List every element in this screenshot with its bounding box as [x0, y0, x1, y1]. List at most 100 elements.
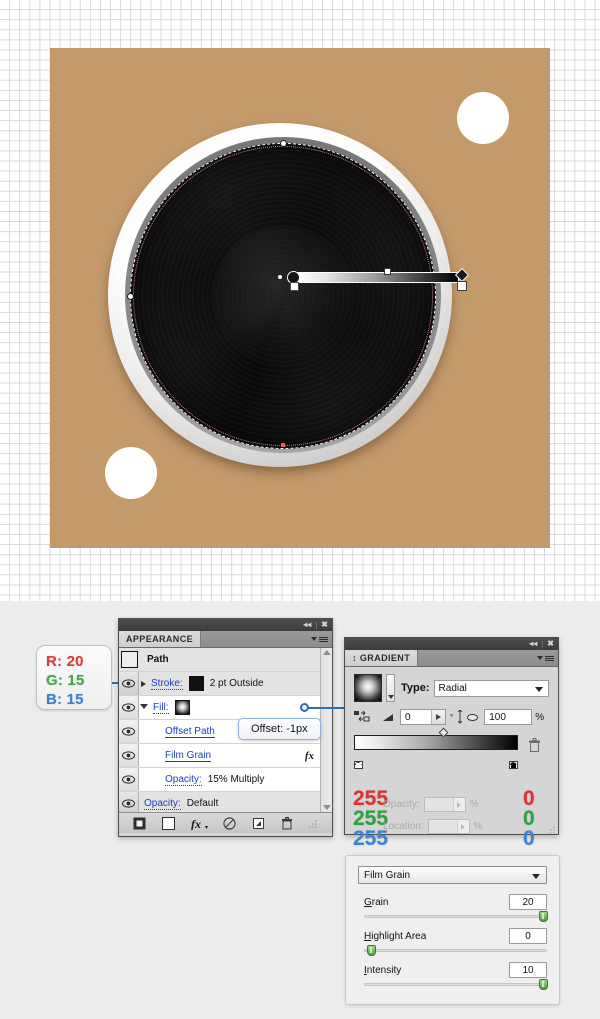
- white-dot-top-right[interactable]: [457, 92, 509, 144]
- resize-grip-icon[interactable]: [309, 819, 318, 828]
- path-anchor-red-bottom[interactable]: [281, 443, 285, 447]
- appearance-panel-titlebar[interactable]: ◂◂ | ✖: [119, 619, 332, 631]
- appearance-value-opacity-fill[interactable]: 15% Multiply: [208, 774, 265, 785]
- tab-appearance[interactable]: APPEARANCE: [119, 631, 202, 647]
- panel-menu-button[interactable]: [537, 650, 558, 666]
- add-new-effect-icon[interactable]: fx: [191, 817, 208, 830]
- reverse-gradient-icon[interactable]: [354, 710, 370, 724]
- appearance-row-stroke[interactable]: Stroke: 2 pt Outside: [119, 672, 332, 696]
- close-icon[interactable]: ✖: [547, 640, 554, 648]
- clear-appearance-icon[interactable]: [223, 816, 237, 830]
- slider-value-grain[interactable]: 20: [509, 894, 547, 910]
- appearance-label-stroke[interactable]: Stroke:: [151, 678, 183, 690]
- slider-group-highlight-area[interactable]: Highlight Area 0: [358, 928, 547, 956]
- gradient-panel-body[interactable]: Type: Radial 0 ° 100 % 255 255 255 0 0 0…: [345, 667, 558, 850]
- gradient-location-field[interactable]: [427, 819, 470, 834]
- gradient-preset-dropdown-button[interactable]: [386, 674, 395, 702]
- gradient-opacity-row[interactable]: Opacity: %: [383, 797, 479, 812]
- visibility-toggle-fill[interactable]: [119, 696, 139, 719]
- appearance-label-opacity-fill[interactable]: Opacity:: [165, 774, 202, 786]
- slider-knob-intensity[interactable]: [538, 979, 548, 990]
- speaker-graphic[interactable]: [105, 123, 470, 473]
- canvas-grid-area[interactable]: [0, 0, 600, 601]
- gradient-panel-titlebar[interactable]: ◂◂ | ✖: [345, 638, 558, 650]
- gradient-angle-field[interactable]: 0: [400, 709, 446, 725]
- gradient-stop-right[interactable]: [509, 750, 518, 769]
- visibility-toggle-opacity-fill[interactable]: [119, 768, 139, 791]
- duplicate-item-icon[interactable]: [252, 817, 265, 830]
- slider-value-highlight-area[interactable]: 0: [509, 928, 547, 944]
- fill-gradient-swatch[interactable]: [174, 700, 190, 715]
- tab-gradient[interactable]: ↕ GRADIENT: [345, 650, 419, 666]
- slider-value-intensity[interactable]: 10: [509, 962, 547, 978]
- add-new-stroke-icon[interactable]: [133, 817, 146, 830]
- gradient-end-stop[interactable]: [457, 281, 467, 291]
- gradient-origin-dot: [278, 275, 282, 279]
- appearance-panel-footer[interactable]: fx: [119, 813, 332, 833]
- collapse-icon[interactable]: ◂◂: [303, 621, 311, 629]
- gradient-type-select[interactable]: Radial: [433, 679, 549, 697]
- film-grain-effect-panel[interactable]: Film Grain Grain 20 Highlight Area 0 Int…: [345, 855, 560, 1005]
- gradient-panel-tabbar[interactable]: ↕ GRADIENT: [345, 650, 558, 667]
- slider-group-grain[interactable]: Grain 20: [358, 894, 548, 922]
- gradient-stop-left[interactable]: [354, 750, 363, 769]
- slider-track-grain[interactable]: [364, 911, 548, 922]
- delete-item-icon[interactable]: [281, 816, 293, 830]
- gradient-annotator[interactable]: [278, 263, 470, 291]
- appearance-label-film-grain[interactable]: Film Grain: [165, 750, 212, 762]
- appearance-panel-scrollbar[interactable]: [320, 648, 332, 812]
- gradient-panel[interactable]: ◂◂ | ✖ ↕ GRADIENT Type: Radial 0 ° 100 %…: [344, 637, 559, 850]
- gradient-opacity-field[interactable]: [423, 797, 466, 812]
- gradient-ramp-bar[interactable]: [354, 735, 518, 750]
- effect-name-select[interactable]: Film Grain: [358, 866, 547, 884]
- slider-track-intensity[interactable]: [364, 979, 548, 990]
- stroke-color-swatch[interactable]: [188, 676, 204, 691]
- resize-grip-icon[interactable]: [547, 825, 556, 834]
- appearance-value-opacity-object[interactable]: Default: [187, 798, 219, 809]
- visibility-toggle-film-grain[interactable]: [119, 744, 139, 767]
- fx-icon[interactable]: fx: [305, 750, 314, 762]
- path-anchor-left[interactable]: [127, 293, 134, 300]
- scroll-down-icon[interactable]: [322, 805, 331, 810]
- appearance-panel-tabbar[interactable]: APPEARANCE: [119, 631, 332, 648]
- chevron-down-icon: [535, 686, 543, 692]
- visibility-toggle-offset-path[interactable]: [119, 720, 139, 743]
- panel-menu-button[interactable]: [311, 631, 332, 647]
- gradient-preview-swatch[interactable]: [354, 674, 382, 702]
- disclosure-triangle-fill[interactable]: [140, 703, 148, 712]
- appearance-label-fill[interactable]: Fill:: [153, 702, 169, 714]
- angle-stepper-button[interactable]: [431, 710, 445, 724]
- slider-knob-grain[interactable]: [538, 911, 548, 922]
- appearance-label-opacity-object[interactable]: Opacity:: [144, 798, 181, 810]
- gradient-start-stop[interactable]: [290, 282, 299, 291]
- slider-track-highlight-area[interactable]: [364, 945, 547, 956]
- slider-group-intensity[interactable]: Intensity 10: [358, 962, 548, 990]
- gradient-location-row[interactable]: Location: %: [383, 819, 483, 834]
- gradient-angle-row[interactable]: 0 ° 100 %: [354, 709, 549, 725]
- gradient-aspect-field[interactable]: 100: [484, 709, 533, 725]
- visibility-toggle-opacity-object[interactable]: [119, 792, 139, 812]
- artboard[interactable]: [50, 48, 550, 548]
- delete-stop-icon[interactable]: [528, 738, 541, 756]
- speaker-outer-rim[interactable]: [108, 123, 470, 467]
- appearance-row-path[interactable]: Path: [119, 648, 332, 672]
- appearance-row-opacity-object[interactable]: Opacity: Default: [119, 792, 332, 812]
- stroke-weight-value[interactable]: 2 pt Outside: [210, 678, 264, 689]
- slider-knob-highlight-area[interactable]: [366, 945, 376, 956]
- appearance-label-offset-path[interactable]: Offset Path: [165, 726, 215, 738]
- scroll-up-icon[interactable]: [322, 650, 331, 655]
- path-anchor-top[interactable]: [280, 140, 287, 147]
- gradient-annotator-bar[interactable]: [297, 272, 459, 283]
- appearance-row-opacity-fill[interactable]: Opacity: 15% Multiply: [119, 768, 332, 792]
- close-icon[interactable]: ✖: [321, 621, 328, 629]
- gradient-midpoint-stop[interactable]: [384, 268, 391, 275]
- appearance-row-film-grain[interactable]: Film Grain fx: [119, 744, 332, 768]
- visibility-toggle-stroke[interactable]: [119, 672, 139, 695]
- gradient-type-row[interactable]: Type: Radial: [354, 674, 549, 702]
- disclosure-triangle-stroke[interactable]: [141, 680, 146, 687]
- gradient-stop-slider[interactable]: [354, 727, 549, 769]
- collapse-icon[interactable]: ◂◂: [529, 640, 537, 648]
- add-new-fill-icon[interactable]: [161, 816, 175, 830]
- path-thumbnail-cell: [119, 651, 139, 668]
- gradient-location-label: Location:: [383, 821, 424, 832]
